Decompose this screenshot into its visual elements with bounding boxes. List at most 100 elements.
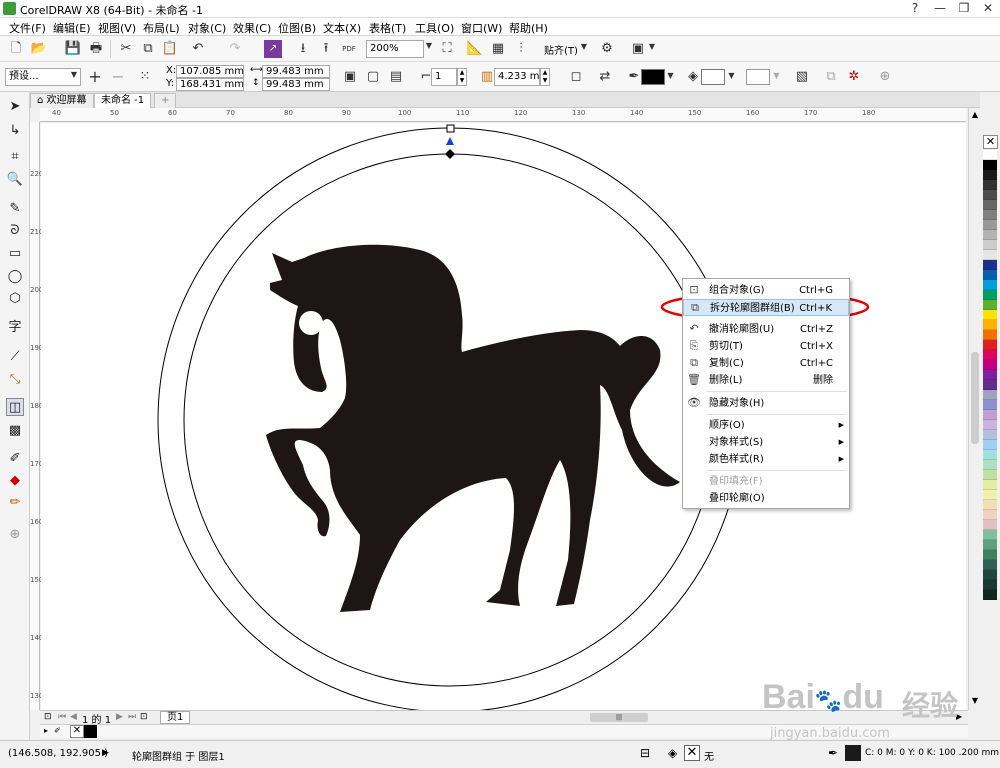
inside-contour-icon[interactable]: ▢ [364,68,382,86]
rectangle-tool-icon[interactable]: ▭ [6,245,24,263]
horizontal-ruler[interactable]: 40 50 60 70 80 90 100 110 120 130 140 15… [40,108,966,122]
pdf-icon[interactable]: PDF [340,40,358,58]
doc-black-swatch[interactable] [84,725,97,738]
outline-color-chevron-icon[interactable]: ▼ [666,71,675,80]
menu-item-group[interactable]: ⊡ 组合对象(G) Ctrl+G [683,282,849,299]
color-swatch[interactable] [983,350,997,360]
scroll-up-arrow-icon[interactable]: ▲ [970,110,980,120]
page-add-before-icon[interactable]: ⊡ [44,712,52,722]
color-swatch[interactable] [983,420,997,430]
menu-item-copy[interactable]: ⧉ 复制(C) Ctrl+C [683,355,849,372]
menu-item-undo-contour[interactable]: ↶ 撤消轮廓图(U) Ctrl+Z [683,321,849,338]
pick-tool-icon[interactable]: ➤ [6,98,24,116]
color-swatch[interactable] [983,220,997,230]
accel-color-swatch[interactable] [746,69,770,85]
color-swatch[interactable] [983,430,997,440]
color-swatch[interactable] [983,440,997,450]
crop-tool-icon[interactable]: ⌗ [6,148,24,166]
menu-tools[interactable]: 工具(O) [415,20,454,36]
eyedropper-icon[interactable]: ✐ [54,726,61,735]
open-icon[interactable]: 📂 [30,40,48,58]
color-swatch[interactable] [983,330,997,340]
color-swatch[interactable] [983,340,997,350]
ellipse-tool-icon[interactable]: ◯ [6,268,24,286]
menu-file[interactable]: 文件(F) [9,20,46,36]
color-swatch[interactable] [983,490,997,500]
color-swatch[interactable] [983,520,997,530]
doc-palette-menu-icon[interactable]: ▸ [44,726,48,735]
last-page-icon[interactable]: ⏭ [128,712,136,722]
menu-item-object-styles[interactable]: 对象样式(S) ▶ [683,434,849,451]
show-grid-icon[interactable]: ▦ [489,40,507,58]
color-swatch[interactable] [983,160,997,170]
color-proof-icon[interactable]: ⊟ [640,746,650,760]
add-preset-icon[interactable]: + [86,68,104,86]
copy-contour-icon[interactable]: ▧ [793,68,811,86]
color-swatch[interactable] [983,450,997,460]
zoom-dropdown-chevron-icon[interactable]: ▼ [424,41,434,57]
color-swatch[interactable] [983,580,997,590]
menu-effects[interactable]: 效果(C) [233,20,271,36]
width-field[interactable]: 99.483 mm [262,65,330,78]
contour-steps-field[interactable]: 1 [431,68,457,86]
parallel-dimension-icon[interactable]: ⟋ [6,348,24,366]
polygon-tool-icon[interactable]: ⬡ [6,290,24,308]
tab-welcome[interactable]: ⌂ 欢迎屏幕 [30,93,94,108]
corner-icon[interactable]: ◻ [567,68,585,86]
paste-icon[interactable]: 📋 [161,40,179,58]
vertical-ruler[interactable]: 220 210 200 190 180 170 160 150 140 130 [30,122,43,710]
export-icon[interactable]: ⭱ [317,40,335,58]
contour-tool-icon[interactable]: ◫ [6,398,24,416]
color-swatch[interactable] [983,180,997,190]
print-icon[interactable]: 🖶 [87,40,105,58]
color-swatch[interactable] [983,280,997,290]
page-tab[interactable]: 页1 [160,711,191,724]
color-swatch[interactable] [983,500,997,510]
undo-icon[interactable]: ↶ [189,40,207,58]
color-swatch[interactable] [983,530,997,540]
redo-icon[interactable]: ↷ [226,40,244,58]
color-swatch[interactable] [983,400,997,410]
color-swatch[interactable] [983,210,997,220]
menu-item-cut[interactable]: ⎘ 剪切(T) Ctrl+X [683,338,849,355]
menu-view[interactable]: 视图(V) [98,20,136,36]
interactive-fill-icon[interactable]: ◆ [6,472,24,490]
menu-text[interactable]: 文本(X) [323,20,361,36]
color-swatch[interactable] [983,460,997,470]
status-arrow-icon[interactable]: ▶ [102,748,109,758]
launcher-chevron-icon[interactable]: ▼ [648,42,656,51]
color-swatch[interactable] [983,560,997,570]
accel-chevron-icon[interactable]: ▼ [772,71,781,80]
color-swatch[interactable] [983,290,997,300]
show-guidelines-icon[interactable]: ⫶ [512,40,530,58]
color-swatch[interactable] [983,190,997,200]
menu-bitmap[interactable]: 位图(B) [278,20,316,36]
connector-tool-icon[interactable]: ⤡ [6,371,24,389]
page-add-after-icon[interactable]: ⊡ [140,712,148,722]
color-swatch[interactable] [983,170,997,180]
color-swatch[interactable] [983,320,997,330]
object-origin-icon[interactable]: ⁙ [136,68,154,86]
menu-window[interactable]: 窗口(W) [461,20,502,36]
menu-item-order[interactable]: 顺序(O) ▶ [683,417,849,434]
color-swatch[interactable] [983,310,997,320]
color-swatch[interactable] [983,300,997,310]
close-button[interactable]: ✕ [976,0,1000,18]
color-swatch[interactable] [983,540,997,550]
eyedropper-tool-icon[interactable]: ✐ [6,450,24,468]
options-gear-icon[interactable]: ⚙ [598,40,616,58]
menu-table[interactable]: 表格(T) [369,20,406,36]
zoom-level-field[interactable]: 200% [366,40,424,58]
contour-offset-field[interactable]: 4.233 mm [494,68,540,86]
horizontal-scroll-thumb[interactable]: ||| [590,713,648,722]
cut-icon[interactable]: ✂ [117,40,135,58]
to-center-icon[interactable]: ▣ [341,68,359,86]
color-swatch[interactable] [983,570,997,580]
color-swatch[interactable] [983,250,997,260]
shape-tool-icon[interactable]: ↳ [6,122,24,140]
full-screen-icon[interactable]: ⛶ [438,40,456,58]
color-swatch[interactable] [983,410,997,420]
x-position-field[interactable]: 107.085 mm [176,65,244,78]
menu-item-overprint-outline[interactable]: 叠印轮廓(O) [683,490,849,507]
doc-no-color-swatch[interactable]: ✕ [70,725,84,738]
